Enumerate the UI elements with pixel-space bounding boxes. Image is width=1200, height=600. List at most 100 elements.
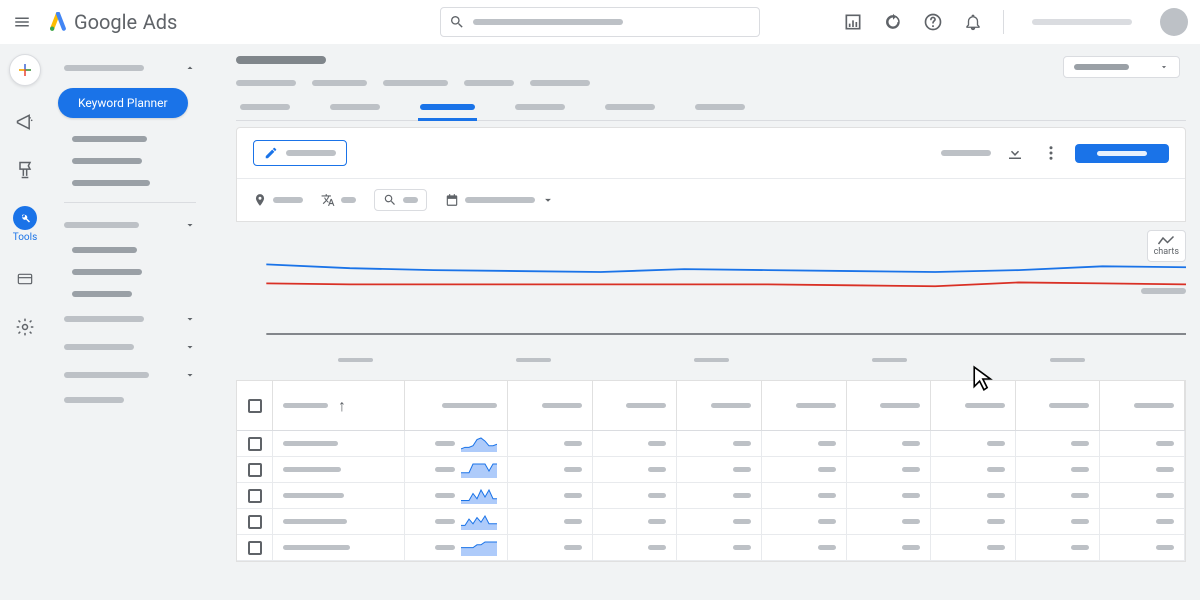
location-filter[interactable]: [253, 193, 303, 207]
notifications-icon[interactable]: [963, 12, 983, 32]
chevron-down-icon: [184, 341, 196, 353]
date-filter[interactable]: [445, 193, 555, 207]
campaigns-icon[interactable]: [13, 110, 37, 134]
data-cell: [677, 483, 762, 508]
row-checkbox[interactable]: [248, 515, 262, 529]
help-icon[interactable]: [923, 12, 943, 32]
billing-icon[interactable]: [13, 267, 37, 291]
column-header[interactable]: [931, 381, 1016, 430]
refresh-icon[interactable]: [883, 12, 903, 32]
data-cell: [1016, 535, 1101, 560]
keyword-planner-item[interactable]: Keyword Planner: [58, 88, 188, 118]
keyword-cell[interactable]: [273, 457, 405, 482]
primary-action-button[interactable]: [1075, 144, 1169, 163]
column-header[interactable]: [508, 381, 593, 430]
account-name-placeholder: [1032, 19, 1132, 25]
column-header[interactable]: [405, 381, 508, 430]
language-filter[interactable]: [321, 193, 356, 207]
tab-item[interactable]: [515, 96, 565, 120]
select-all-checkbox[interactable]: [248, 399, 262, 413]
sidebar-item[interactable]: [50, 128, 210, 150]
data-cell: [931, 535, 1016, 560]
data-cell: [508, 509, 593, 534]
search-placeholder: [473, 19, 623, 25]
sidebar-section[interactable]: [50, 361, 210, 389]
chart-view-toggle[interactable]: charts: [1147, 230, 1186, 262]
sidebar-section[interactable]: [50, 305, 210, 333]
sidebar-item[interactable]: [50, 172, 210, 194]
goals-icon[interactable]: [13, 158, 37, 182]
chart-x-axis: [236, 358, 1186, 362]
product-logo: Google Ads: [48, 10, 177, 35]
sidebar-item[interactable]: [50, 283, 210, 305]
column-header[interactable]: [1016, 381, 1101, 430]
data-cell: [847, 457, 932, 482]
sidebar-section[interactable]: [50, 211, 210, 239]
data-cell: [593, 483, 678, 508]
filter-bar: [237, 178, 1185, 221]
sidebar-section[interactable]: [50, 389, 210, 411]
column-header[interactable]: [1100, 381, 1185, 430]
overflow-menu-button[interactable]: [1039, 141, 1063, 165]
data-cell: [508, 483, 593, 508]
trend-chart: charts: [236, 228, 1186, 362]
sidebar-section[interactable]: [50, 54, 210, 82]
column-header[interactable]: [593, 381, 678, 430]
toolbar-text-action[interactable]: [941, 150, 991, 156]
data-cell: [847, 483, 932, 508]
tab-item[interactable]: [330, 96, 380, 120]
data-cell: [931, 457, 1016, 482]
pencil-icon: [264, 146, 278, 160]
data-cell: [593, 457, 678, 482]
sidebar-section[interactable]: [50, 333, 210, 361]
row-checkbox[interactable]: [248, 463, 262, 477]
edit-plan-button[interactable]: [253, 140, 347, 166]
chevron-down-icon: [184, 313, 196, 325]
tab-item[interactable]: [695, 96, 745, 120]
row-checkbox[interactable]: [248, 437, 262, 451]
column-header[interactable]: ↑: [273, 381, 405, 430]
reports-icon[interactable]: [843, 12, 863, 32]
sidebar-item[interactable]: [50, 239, 210, 261]
data-cell: [593, 431, 678, 456]
nav-rail: Tools: [0, 44, 50, 600]
settings-icon[interactable]: [13, 315, 37, 339]
trend-cell: [405, 535, 508, 560]
divider: [1003, 10, 1004, 34]
column-header[interactable]: [847, 381, 932, 430]
search-input[interactable]: [440, 7, 760, 37]
keyword-cell[interactable]: [273, 483, 405, 508]
tab-item[interactable]: [605, 96, 655, 120]
product-name: Google Ads: [74, 10, 177, 35]
column-header[interactable]: [677, 381, 762, 430]
row-checkbox[interactable]: [248, 541, 262, 555]
data-cell: [677, 457, 762, 482]
network-filter[interactable]: [374, 189, 427, 211]
data-cell: [593, 509, 678, 534]
header-actions: [843, 8, 1188, 36]
tab-item[interactable]: [240, 96, 290, 120]
row-checkbox[interactable]: [248, 489, 262, 503]
create-button[interactable]: [9, 54, 41, 86]
data-cell: [931, 431, 1016, 456]
menu-icon[interactable]: [12, 12, 32, 32]
keyword-cell[interactable]: [273, 535, 405, 560]
tools-nav-item[interactable]: Tools: [13, 206, 37, 243]
tab-item-active[interactable]: [420, 96, 475, 120]
keyword-cell[interactable]: [273, 431, 405, 456]
account-dropdown[interactable]: [1063, 56, 1180, 78]
keyword-cell[interactable]: [273, 509, 405, 534]
column-header[interactable]: [762, 381, 847, 430]
table-row: [237, 483, 1185, 509]
data-cell: [677, 535, 762, 560]
data-cell: [762, 509, 847, 534]
table-row: [237, 431, 1185, 457]
table-row: [237, 509, 1185, 535]
download-button[interactable]: [1003, 141, 1027, 165]
sidebar-item[interactable]: [50, 150, 210, 172]
avatar[interactable]: [1160, 8, 1188, 36]
toolbar: [236, 127, 1186, 222]
sidebar-item[interactable]: [50, 261, 210, 283]
data-cell: [762, 457, 847, 482]
data-cell: [847, 535, 932, 560]
